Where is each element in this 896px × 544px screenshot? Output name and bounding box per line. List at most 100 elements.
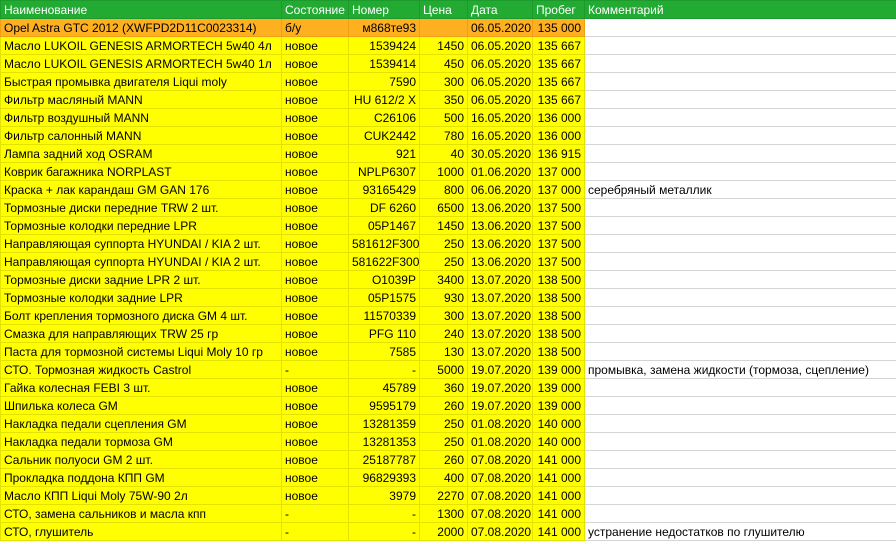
cell-mileage[interactable]: 141 000 (532, 522, 585, 541)
cell-name[interactable]: Масло LUKOIL GENESIS ARMORTECH 5w40 4л (0, 36, 282, 55)
cell-mileage[interactable]: 141 000 (532, 504, 585, 523)
cell-mileage[interactable]: 135 667 (532, 36, 585, 55)
cell-number[interactable]: 45789 (348, 378, 420, 397)
cell-number[interactable]: 96829393 (348, 468, 420, 487)
cell-price[interactable]: 260 (419, 450, 468, 469)
cell-date[interactable]: 06.05.2020 (467, 36, 533, 55)
cell-state[interactable]: новое (281, 36, 349, 55)
cell-state[interactable]: новое (281, 270, 349, 289)
cell-date[interactable]: 07.08.2020 (467, 450, 533, 469)
cell-name[interactable]: Коврик багажника NORPLAST (0, 162, 282, 181)
cell-state[interactable]: новое (281, 414, 349, 433)
cell-date[interactable]: 13.07.2020 (467, 288, 533, 307)
cell-number[interactable]: 13281353 (348, 432, 420, 451)
cell-mileage[interactable]: 141 000 (532, 486, 585, 505)
cell-mileage[interactable]: 139 000 (532, 360, 585, 379)
cell-date[interactable]: 16.05.2020 (467, 108, 533, 127)
cell-date[interactable]: 13.06.2020 (467, 234, 533, 253)
header-mileage[interactable]: Пробег (532, 0, 585, 19)
cell-state[interactable]: новое (281, 396, 349, 415)
header-number[interactable]: Номер (348, 0, 420, 19)
cell-comment[interactable] (584, 306, 896, 325)
cell-price[interactable]: 240 (419, 324, 468, 343)
cell-comment[interactable] (584, 234, 896, 253)
cell-name[interactable]: Накладка педали тормоза GM (0, 432, 282, 451)
cell-date[interactable]: 07.08.2020 (467, 468, 533, 487)
cell-mileage[interactable]: 137 500 (532, 198, 585, 217)
cell-comment[interactable]: серебряный металлик (584, 180, 896, 199)
cell-comment[interactable] (584, 342, 896, 361)
cell-comment[interactable] (584, 216, 896, 235)
cell-price[interactable]: 250 (419, 414, 468, 433)
cell-number[interactable]: NPLP6307 (348, 162, 420, 181)
cell-date[interactable]: 06.06.2020 (467, 180, 533, 199)
cell-comment[interactable] (584, 414, 896, 433)
cell-number[interactable]: 581612F300 (348, 234, 420, 253)
cell-date[interactable]: 01.06.2020 (467, 162, 533, 181)
cell-number[interactable]: HU 612/2 X (348, 90, 420, 109)
cell-name[interactable]: Фильтр масляный MANN (0, 90, 282, 109)
cell-mileage[interactable]: 136 000 (532, 108, 585, 127)
cell-number[interactable]: - (348, 360, 420, 379)
cell-state[interactable]: новое (281, 288, 349, 307)
cell-price[interactable]: 1450 (419, 36, 468, 55)
cell-mileage[interactable]: 138 500 (532, 288, 585, 307)
cell-comment[interactable] (584, 378, 896, 397)
cell-state[interactable]: - (281, 504, 349, 523)
cell-date[interactable]: 06.05.2020 (467, 54, 533, 73)
cell-price[interactable]: 2270 (419, 486, 468, 505)
cell-date[interactable]: 19.07.2020 (467, 396, 533, 415)
cell-date[interactable]: 13.06.2020 (467, 252, 533, 271)
cell-price[interactable]: 40 (419, 144, 468, 163)
cell-comment[interactable]: устранение недостатков по глушителю (584, 522, 896, 541)
cell-mileage[interactable]: 140 000 (532, 432, 585, 451)
cell-mileage[interactable]: 136 000 (532, 126, 585, 145)
cell-name[interactable]: Масло LUKOIL GENESIS ARMORTECH 5w40 1л (0, 54, 282, 73)
cell-price[interactable]: 500 (419, 108, 468, 127)
cell-number[interactable]: 3979 (348, 486, 420, 505)
cell-comment[interactable] (584, 486, 896, 505)
cell-state[interactable]: новое (281, 54, 349, 73)
cell-price[interactable]: 350 (419, 90, 468, 109)
cell-number[interactable]: 1539414 (348, 54, 420, 73)
cell-mileage[interactable]: 137 000 (532, 180, 585, 199)
cell-price[interactable]: 3400 (419, 270, 468, 289)
cell-date[interactable]: 01.08.2020 (467, 414, 533, 433)
cell-date[interactable]: 07.08.2020 (467, 522, 533, 541)
cell-price[interactable]: 450 (419, 54, 468, 73)
cell-number[interactable]: O1039P (348, 270, 420, 289)
cell-state[interactable]: б/у (281, 18, 349, 37)
cell-number[interactable]: DF 6260 (348, 198, 420, 217)
cell-state[interactable]: новое (281, 108, 349, 127)
cell-date[interactable]: 06.05.2020 (467, 72, 533, 91)
cell-number[interactable]: 13281359 (348, 414, 420, 433)
cell-comment[interactable] (584, 468, 896, 487)
cell-state[interactable]: новое (281, 468, 349, 487)
cell-state[interactable]: новое (281, 450, 349, 469)
cell-state[interactable]: новое (281, 378, 349, 397)
cell-mileage[interactable]: 141 000 (532, 450, 585, 469)
cell-name[interactable]: Тормозные колодки задние LPR (0, 288, 282, 307)
cell-number[interactable]: 581622F300 (348, 252, 420, 271)
cell-name[interactable]: Прокладка поддона КПП GM (0, 468, 282, 487)
cell-comment[interactable]: промывка, замена жидкости (тормоза, сцеп… (584, 360, 896, 379)
cell-state[interactable]: новое (281, 180, 349, 199)
cell-comment[interactable] (584, 90, 896, 109)
cell-comment[interactable] (584, 36, 896, 55)
cell-name[interactable]: Смазка для направляющих TRW 25 гр (0, 324, 282, 343)
cell-name[interactable]: СТО. Тормозная жидкость Castrol (0, 360, 282, 379)
cell-number[interactable]: 7590 (348, 72, 420, 91)
cell-mileage[interactable]: 138 500 (532, 324, 585, 343)
cell-comment[interactable] (584, 324, 896, 343)
cell-state[interactable]: новое (281, 216, 349, 235)
cell-number[interactable]: 11570339 (348, 306, 420, 325)
cell-mileage[interactable]: 136 915 (532, 144, 585, 163)
cell-comment[interactable] (584, 450, 896, 469)
cell-name[interactable]: Паста для тормозной системы Liqui Moly 1… (0, 342, 282, 361)
cell-state[interactable]: новое (281, 144, 349, 163)
cell-name[interactable]: Тормозные колодки передние LPR (0, 216, 282, 235)
cell-name[interactable]: Краска + лак карандаш GM GAN 176 (0, 180, 282, 199)
cell-mileage[interactable]: 137 500 (532, 252, 585, 271)
cell-mileage[interactable]: 137 500 (532, 216, 585, 235)
cell-date[interactable]: 13.06.2020 (467, 216, 533, 235)
